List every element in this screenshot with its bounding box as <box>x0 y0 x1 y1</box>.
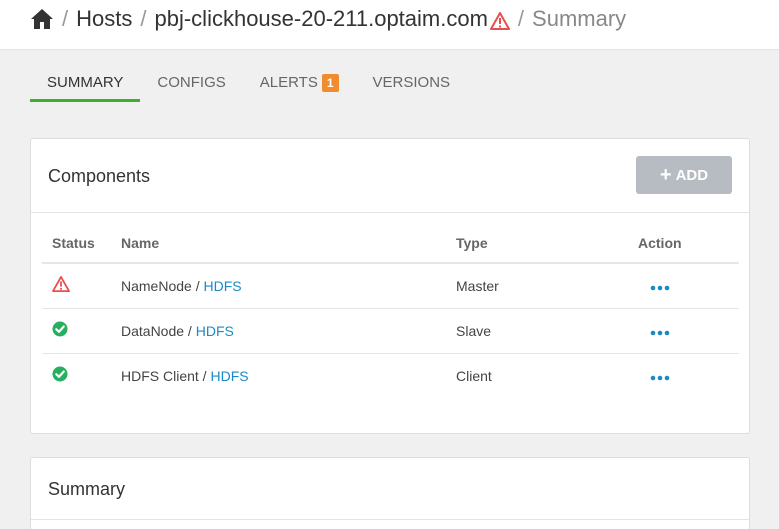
tab-summary[interactable]: SUMMARY <box>30 64 141 102</box>
component-name: HDFS Client <box>121 367 199 384</box>
breadcrumb: / Hosts / pbj-clickhouse-20-211.optaim.c… <box>30 5 626 33</box>
name-separator: / <box>198 367 211 384</box>
table-row: DataNode / HDFS Slave <box>42 308 739 354</box>
page-header: / Hosts / pbj-clickhouse-20-211.optaim.c… <box>0 0 779 50</box>
tab-label: ALERTS <box>259 74 318 91</box>
tab-label: SUMMARY <box>47 74 124 91</box>
tab-label: CONFIGS <box>157 74 226 91</box>
breadcrumb-hosts[interactable]: Hosts <box>76 6 132 32</box>
tab-versions[interactable]: VERSIONS <box>356 64 468 102</box>
type-cell: Master <box>456 263 616 309</box>
summary-panel-header: Summary <box>31 458 749 520</box>
status-cell <box>42 353 121 398</box>
name-separator: / <box>184 322 196 339</box>
alerts-count-badge: 1 <box>321 74 339 92</box>
tab-bar: SUMMARY CONFIGS ALERTS 1 VERSIONS <box>30 64 467 102</box>
action-cell <box>616 263 739 309</box>
breadcrumb-separator: / <box>140 6 147 31</box>
status-cell <box>42 263 121 309</box>
column-header-name: Name <box>121 223 456 264</box>
type-cell: Slave <box>456 308 616 354</box>
table-row: HDFS Client / HDFS Client <box>42 353 739 398</box>
breadcrumb-current: Summary <box>532 6 627 31</box>
summary-title: Summary <box>48 479 126 499</box>
status-cell <box>42 308 121 354</box>
home-icon[interactable] <box>30 7 54 31</box>
warning-icon <box>489 10 510 30</box>
type-cell: Client <box>456 367 492 384</box>
components-panel-header: Components + ADD <box>31 139 749 213</box>
check-circle-icon <box>52 321 70 339</box>
component-name: DataNode <box>121 322 185 339</box>
service-link[interactable]: HDFS <box>196 323 234 339</box>
table-row: NameNode / HDFS Master <box>42 263 739 309</box>
table-header-row: Status Name Type Action <box>42 223 739 264</box>
more-actions-icon[interactable] <box>650 323 670 335</box>
components-panel: Components + ADD Status Name Type Action… <box>30 138 750 434</box>
column-header-status: Status <box>42 223 121 264</box>
service-link[interactable]: HDFS <box>204 278 242 294</box>
breadcrumb-separator: / <box>62 6 69 31</box>
name-cell: NameNode / HDFS <box>121 263 456 309</box>
tab-alerts[interactable]: ALERTS 1 <box>243 64 356 102</box>
component-name: NameNode <box>121 277 192 294</box>
name-cell: HDFS Client / HDFS <box>121 353 456 398</box>
check-circle-icon <box>52 366 70 384</box>
warning-icon <box>52 276 70 294</box>
service-link[interactable]: HDFS <box>210 368 248 384</box>
more-actions-icon[interactable] <box>650 368 670 381</box>
tab-configs[interactable]: CONFIGS <box>140 64 242 102</box>
add-component-button[interactable]: + ADD <box>636 156 732 194</box>
name-separator: / <box>191 277 204 294</box>
action-cell <box>616 308 739 354</box>
name-cell: DataNode / HDFS <box>121 308 456 354</box>
plus-icon: + <box>659 163 672 186</box>
components-table: Status Name Type Action NameNode / HDFS … <box>42 223 739 398</box>
action-cell <box>616 353 739 398</box>
tab-label: VERSIONS <box>372 74 451 91</box>
add-button-label: ADD <box>675 166 709 184</box>
breadcrumb-host[interactable]: pbj-clickhouse-20-211.optaim.com <box>155 6 488 32</box>
components-title: Components <box>48 166 151 186</box>
column-header-action: Action <box>616 223 739 264</box>
breadcrumb-separator: / <box>517 6 525 31</box>
column-header-type: Type <box>456 223 616 264</box>
more-actions-icon[interactable] <box>650 278 670 291</box>
summary-panel: Summary <box>30 457 750 529</box>
